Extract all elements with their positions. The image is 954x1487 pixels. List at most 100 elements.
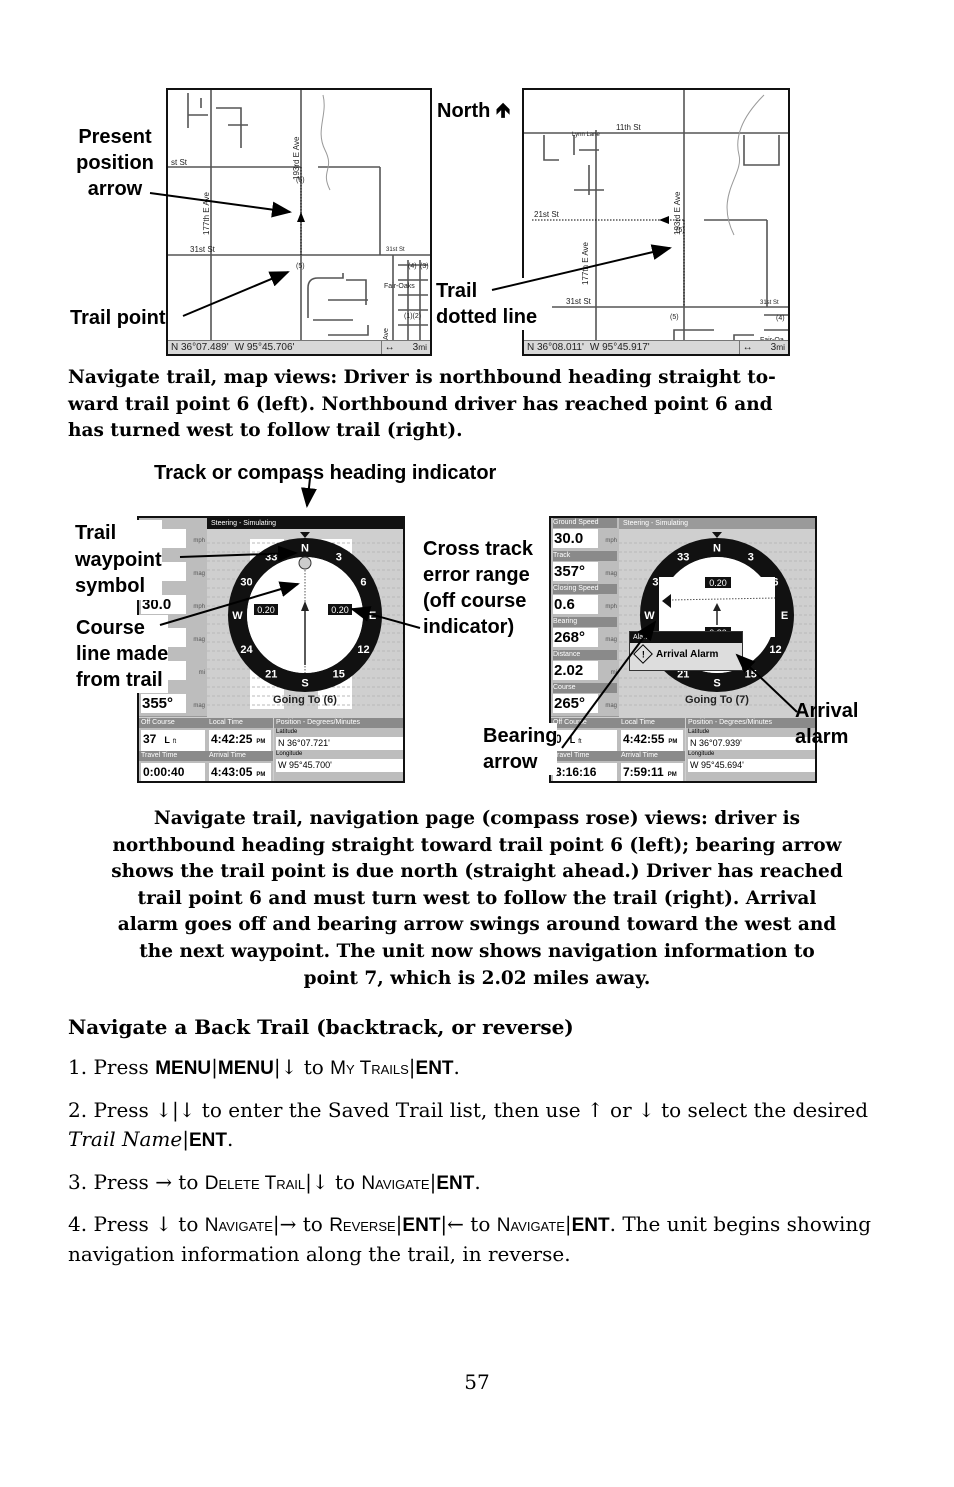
panel-label: Ground Speed (553, 518, 617, 528)
ampm: PM (256, 739, 266, 745)
longitude-value: W 95°45.694' (688, 759, 815, 772)
latitude-value: N 36°07.721' (276, 737, 403, 750)
arrival-time-panel[interactable]: Arrival Time 7:59:11 PM (619, 751, 685, 781)
step-text: ↓ (311, 1170, 329, 1194)
panel-label: Track (553, 551, 617, 561)
svg-text:31st St: 31st St (190, 245, 216, 254)
compass-mark: 12 (357, 644, 369, 656)
svg-text:11th St: 11th St (616, 123, 642, 132)
step-text: to (296, 1212, 330, 1236)
panel-value: 4:42:25 PM (209, 730, 271, 751)
panel-unit: mag (193, 637, 205, 643)
step-text: | (408, 1055, 416, 1079)
panel-unit: mph (605, 538, 617, 544)
data-panel[interactable]: Closing Speed 0.6 mph (551, 584, 619, 618)
local-time-panel[interactable]: Local Time 4:42:25 PM (207, 718, 273, 751)
step-text: 3. Press (68, 1170, 156, 1194)
data-panel[interactable]: Ground Speed 30.0 mph (551, 518, 619, 552)
panel-label: Course (553, 683, 617, 693)
figure1-caption: Navigate trail, map views: Driver is nor… (68, 367, 776, 442)
page-number: 57 (464, 1370, 490, 1394)
panel-label: Off Course (551, 718, 619, 728)
svg-text:(3): (3) (420, 263, 429, 270)
map-status-bar: N 36°08.011' W 95°45.917' ↔ 3mi (524, 340, 788, 354)
latitude-readout: N 36°07.489' (171, 342, 229, 353)
arrival-time-panel[interactable]: Arrival Time 4:43:05 PM (207, 751, 273, 781)
step-text: or (603, 1098, 638, 1122)
section-heading: Navigate a Back Trail (backtrack, or rev… (68, 1015, 574, 1039)
local-time-panel[interactable]: Local Time 4:42:55 PM (619, 718, 685, 751)
position-panel[interactable]: Position - Degrees/Minutes Latitude N 36°0… (274, 718, 403, 781)
step-text: | (182, 1127, 189, 1151)
compass-rose: N 3 6 E 12 15 S 21 24 W 30 33 0.20 0.20 (207, 532, 403, 709)
data-panel[interactable]: Course 265° mag (551, 683, 619, 717)
off-course-value: 37 (143, 732, 157, 746)
step-text: to (328, 1170, 362, 1194)
compass-mark: 15 (745, 668, 757, 680)
compass-mark: 3 (336, 552, 342, 564)
course-line-label: Course line made from trail (76, 615, 169, 693)
compass-mark: S (713, 678, 720, 690)
step-text: | (211, 1055, 218, 1079)
panel-value: 355° (141, 694, 186, 713)
data-panel[interactable]: Distance 2.02 mi (551, 650, 619, 684)
going-to-label: Going To (6) (273, 694, 337, 706)
compass-mark: W (232, 610, 243, 622)
menu-item-name: My Trails (330, 1058, 409, 1079)
data-panel[interactable]: Track 357° mag (551, 551, 619, 585)
step-text: | (273, 1055, 281, 1079)
arrival-time-value: 7:59:11 (623, 765, 664, 779)
panel-unit: mag (605, 703, 617, 709)
compass-mark: N (713, 543, 721, 555)
compass-mark: E (781, 610, 788, 622)
menu-item-name: Delete Trail (204, 1173, 306, 1194)
panel-unit: mph (193, 604, 205, 610)
arrival-alarm-label: Arrival alarm (795, 700, 859, 748)
step-text: 2. Press (68, 1098, 156, 1122)
panel-label: Distance (553, 650, 617, 660)
data-panel[interactable]: Bearing 268° mag (551, 617, 619, 651)
panel-label: Closing Speed (553, 584, 617, 594)
off-course-panel[interactable]: Off Course 0 Lft (551, 718, 619, 751)
heading-indicator-icon (300, 532, 310, 538)
step-text: 1. Press (68, 1055, 156, 1079)
svg-text:(6): (6) (296, 177, 305, 184)
svg-text:(5): (5) (670, 314, 679, 321)
step-text: ↓ (155, 1212, 172, 1236)
panel-unit: mi (198, 670, 205, 676)
travel-time-panel[interactable]: Travel Time 0:00:40 (139, 751, 207, 781)
unit: ft (578, 739, 582, 745)
alarm-popup[interactable]: Alarm ! Arrival Alarm (629, 631, 743, 671)
step-text: to (297, 1055, 331, 1079)
compass-mark: 33 (265, 552, 277, 564)
compass-mark: 15 (333, 668, 345, 680)
alarm-message: ! Arrival Alarm (630, 643, 742, 667)
panel-value: 0 Lft (553, 730, 617, 751)
step-text: ← (447, 1212, 464, 1236)
compass-mark: 30 (240, 576, 252, 588)
longitude-label: Longitude (688, 751, 715, 757)
panel-value: 357° (553, 562, 598, 581)
step-text: | (305, 1170, 312, 1194)
compass-mark: 12 (769, 644, 781, 656)
local-time-value: 4:42:55 (623, 732, 665, 746)
off-course-panel[interactable]: Off Course 37 Lft (139, 718, 207, 751)
compass-mark: 24 (240, 644, 253, 656)
arrival-time-value: 4:43:05 (211, 765, 253, 779)
step-text: → (279, 1212, 297, 1236)
panel-value: 3:16:16 (553, 763, 617, 781)
panel-unit: mag (193, 703, 205, 709)
panel-label: Arrival Time (619, 751, 685, 761)
cross-track-value: 0.20 (257, 605, 275, 615)
compass-mark: 3 (748, 552, 754, 564)
step-text: to (171, 1170, 205, 1194)
steering-header: Steering - Simulating (619, 518, 815, 529)
map-status-bar: N 36°07.489' W 95°45.706' ↔ 3mi (168, 340, 430, 354)
travel-time-panel[interactable]: Travel Time 3:16:16 (551, 751, 619, 781)
ampm: PM (668, 739, 678, 745)
svg-text:31st St: 31st St (386, 247, 405, 253)
compass-mark: N (301, 543, 309, 555)
manual-page: st St 31st St 31st St 177th E Ave 193rd … (0, 0, 954, 1487)
key-name: ENT (436, 1173, 475, 1194)
key-name: ENT (415, 1058, 454, 1079)
